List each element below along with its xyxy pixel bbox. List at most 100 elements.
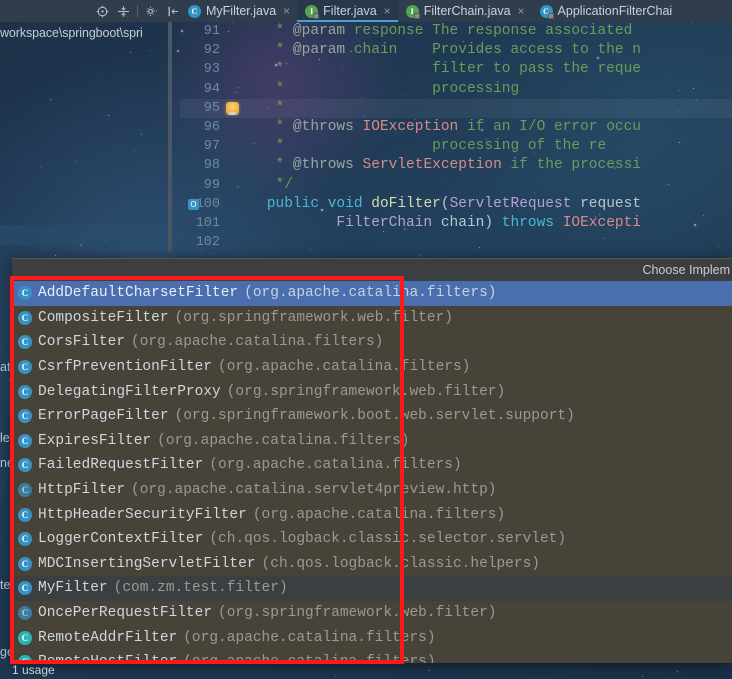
list-item-class-name: CorsFilter [38, 334, 126, 351]
editor-tab[interactable]: I Filter.java × [297, 0, 398, 22]
class-icon: C [18, 483, 32, 498]
line-number: 95 [203, 100, 220, 116]
code-line[interactable]: 92 * @param chain Provides access to the… [180, 41, 732, 60]
settings-gear-icon[interactable] [145, 4, 159, 18]
list-item-class-name: MyFilter [38, 580, 108, 597]
list-item-package: (org.apache.catalina.filters) [252, 506, 506, 523]
list-item[interactable]: C FailedRequestFilter (org.apache.catalin… [12, 453, 732, 478]
class-icon: C [18, 606, 32, 621]
status-bar: 1 usage [0, 661, 732, 679]
list-item[interactable]: C CorsFilter (org.apache.catalina.filters… [12, 330, 732, 355]
list-item[interactable]: C CsrfPreventionFilter (org.apache.catali… [12, 355, 732, 380]
code-line[interactable]: 101 FilterChain chain) throws IOExcepti [180, 214, 732, 233]
code-text: * @param chain Provides access to the n [232, 42, 642, 59]
list-item-package: (org.springframework.boot.web.servlet.su… [174, 408, 575, 425]
list-item-package: (org.apache.catalina.servlet4preview.htt… [131, 482, 497, 499]
breadcrumb-path: workspace\springboot\spri [0, 26, 143, 40]
list-item-class-name: AddDefaultCharsetFilter [38, 285, 239, 302]
editor-tab-label: MyFilter.java [206, 4, 277, 18]
code-line[interactable]: 93 * filter to pass the reque [180, 60, 732, 79]
editor-tab-label: FilterChain.java [423, 4, 511, 18]
popup-title-bar: Choose Implem [12, 259, 732, 281]
lock-icon [313, 12, 320, 19]
code-text: * @throws IOException if an I/O error oc… [232, 119, 642, 135]
list-item[interactable]: C MDCInsertingServletFilter (ch.qos.logba… [12, 552, 732, 577]
class-icon: C [18, 433, 32, 448]
list-item-package: (org.apache.catalina.filters) [244, 285, 497, 302]
list-item-package: (ch.qos.logback.classic.selector.servlet… [209, 531, 567, 548]
collapse-all-icon[interactable] [116, 4, 130, 18]
list-item[interactable]: C AddDefaultCharsetFilter (org.apache.cat… [12, 281, 732, 306]
code-text: */ [232, 176, 293, 193]
tree-node-fragment: at [0, 360, 11, 374]
list-item[interactable]: C MyFilter (com.zm.test.filter) [12, 576, 732, 601]
list-item-package: (org.apache.catalina.filters) [157, 432, 410, 449]
list-item[interactable]: C ErrorPageFilter (org.springframework.bo… [12, 404, 732, 429]
ide-window: at le ne ted ge workspace\springboot\spri CM… [0, 0, 732, 679]
lock-icon [547, 12, 554, 19]
editor-tab[interactable]: C MyFilter.java × [180, 0, 297, 22]
list-item-class-name: CompositeFilter [38, 309, 169, 326]
code-text: * @throws ServletException if the proces… [232, 157, 642, 174]
implementation-gutter-icon[interactable]: O [188, 198, 199, 210]
choose-implementation-popup[interactable]: Choose Implem C AddDefaultCharsetFilter (… [12, 258, 732, 663]
editor-tab-label: Filter.java [323, 4, 377, 18]
locate-target-icon[interactable] [95, 4, 109, 18]
project-panel-selection [0, 225, 168, 245]
code-line[interactable]: 99 */ [180, 176, 732, 195]
code-line[interactable]: 102 [180, 233, 732, 252]
class-icon: C [18, 581, 32, 596]
toolbar-separator [137, 5, 138, 17]
line-number: 102 [195, 235, 220, 251]
line-number: 91 [203, 24, 220, 39]
usage-count-label: 1 usage [12, 663, 55, 677]
list-item[interactable]: C OncePerRequestFilter (org.springframewo… [12, 601, 732, 626]
interface-icon: I [305, 4, 320, 19]
code-line[interactable]: 98 * @throws ServletException if the pro… [180, 156, 732, 175]
list-item[interactable]: C HttpFilter (org.apache.catalina.servlet… [12, 478, 732, 503]
list-item[interactable]: C CompositeFilter (org.springframework.we… [12, 306, 732, 331]
code-line[interactable]: 96 * @throws IOException if an I/O error… [180, 118, 732, 137]
class-icon: C [18, 507, 32, 522]
line-number: 101 [195, 216, 220, 231]
list-item[interactable]: C HttpHeaderSecurityFilter (org.apache.ca… [12, 502, 732, 527]
code-line[interactable]: 100 public void doFilter(ServletRequest … [180, 195, 732, 214]
list-item[interactable]: C LoggerContextFilter (ch.qos.logback.cla… [12, 527, 732, 552]
code-editor[interactable]: 91 * @param response The response associ… [180, 22, 732, 252]
line-number: 99 [203, 177, 220, 193]
code-text: * processing of the re [232, 138, 607, 155]
close-icon[interactable]: × [384, 4, 391, 18]
code-text: * processing [232, 80, 520, 97]
list-item[interactable]: C ExpiresFilter (org.apache.catalina.filt… [12, 429, 732, 454]
intention-bulb-icon[interactable] [226, 101, 239, 115]
code-line[interactable]: 97 * processing of the re [180, 137, 732, 156]
code-line[interactable]: 95 * [180, 98, 732, 118]
line-number: 93 [203, 62, 220, 78]
code-text: public void doFilter(ServletRequest requ… [266, 195, 642, 212]
class-icon: C [18, 409, 32, 424]
list-item-class-name: FailedRequestFilter [38, 457, 204, 474]
editor-tab[interactable]: C ApplicationFilterChai [532, 0, 680, 22]
hide-panel-icon[interactable] [166, 4, 180, 18]
editor-tab[interactable]: I FilterChain.java × [398, 0, 532, 22]
line-number: 96 [203, 120, 220, 135]
line-number: 92 [203, 43, 220, 59]
class-icon: C [18, 360, 32, 375]
list-item[interactable]: C DelegatingFilterProxy (org.springframew… [12, 379, 732, 404]
list-item[interactable]: C RemoteAddrFilter (org.apache.catalina.f… [12, 625, 732, 650]
close-icon[interactable]: × [518, 4, 525, 18]
list-item-package: (org.apache.catalina.filters) [183, 629, 436, 646]
list-item-class-name: ExpiresFilter [38, 432, 152, 449]
implementation-list[interactable]: C AddDefaultCharsetFilter (org.apache.cat… [12, 281, 732, 663]
code-text: FilterChain chain) throws IOExcepti [336, 215, 642, 231]
line-number: 98 [203, 158, 220, 174]
code-line[interactable]: 91 * @param response The response associ… [180, 22, 732, 41]
lock-icon [413, 12, 420, 19]
close-icon[interactable]: × [283, 4, 290, 18]
code-line[interactable]: 94 * processing [180, 80, 732, 99]
class-icon: C [18, 458, 32, 473]
class-icon: C [18, 335, 32, 350]
list-item-package: (org.springframework.web.filter) [174, 309, 453, 326]
line-number: 94 [203, 81, 220, 97]
panel-splitter[interactable] [168, 22, 172, 252]
